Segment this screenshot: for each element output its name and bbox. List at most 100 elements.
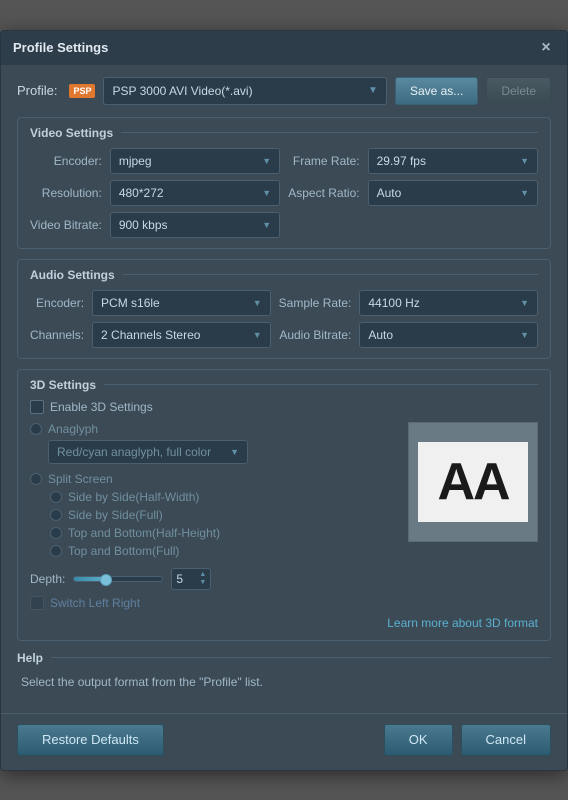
encoder-label: Encoder: [30,154,102,168]
profile-row: Profile: PSP PSP 3000 AVI Video(*.avi) ▼… [17,77,551,105]
top-full-radio[interactable] [50,545,62,557]
dialog-title: Profile Settings [13,40,108,55]
side-half-option: Side by Side(Half-Width) [50,490,396,504]
resolution-dropdown[interactable]: 480*272 ▼ [110,180,280,206]
three-d-section-divider [104,384,538,385]
anaglyph-dropdown[interactable]: Red/cyan anaglyph, full color ▼ [48,440,248,464]
help-section: Help Select the output format from the "… [17,651,551,691]
profile-value: PSP 3000 AVI Video(*.avi) [112,84,252,98]
profile-label: Profile: [17,83,57,98]
top-full-option: Top and Bottom(Full) [50,544,396,558]
audio-bitrate-value: Auto [368,328,393,342]
video-bitrate-dropdown[interactable]: 900 kbps ▼ [110,212,280,238]
resolution-label: Resolution: [30,186,102,200]
framerate-label: Frame Rate: [288,154,359,168]
bottom-right-buttons: OK Cancel [384,724,551,756]
framerate-arrow: ▼ [520,156,529,166]
sample-rate-arrow: ▼ [520,298,529,308]
anaglyph-radio[interactable] [30,423,42,435]
three-d-section-header: 3D Settings [30,378,538,392]
top-half-radio[interactable] [50,527,62,539]
audio-settings-section: Audio Settings Encoder: PCM s16le ▼ Samp… [17,259,551,359]
dialog-content: Profile: PSP PSP 3000 AVI Video(*.avi) ▼… [1,65,567,713]
depth-row: Depth: 5 ▲ ▼ [30,568,538,590]
profile-dropdown[interactable]: PSP 3000 AVI Video(*.avi) ▼ [103,77,386,105]
anaglyph-value: Red/cyan anaglyph, full color [57,445,211,459]
side-full-option: Side by Side(Full) [50,508,396,522]
depth-spinbox-arrows: ▲ ▼ [199,571,206,586]
top-half-option: Top and Bottom(Half-Height) [50,526,396,540]
framerate-value: 29.97 fps [377,154,426,168]
channels-dropdown[interactable]: 2 Channels Stereo ▼ [92,322,271,348]
aa-preview-text: AA [418,442,528,522]
aspect-ratio-label: Aspect Ratio: [288,186,359,200]
cancel-button[interactable]: Cancel [461,724,551,756]
side-half-label: Side by Side(Half-Width) [68,490,199,504]
three-d-section-title: 3D Settings [30,378,96,392]
top-full-label: Top and Bottom(Full) [68,544,179,558]
three-d-content: Anaglyph Red/cyan anaglyph, full color ▼… [30,422,538,562]
close-button[interactable]: × [537,39,555,57]
three-d-settings-section: 3D Settings Enable 3D Settings Anaglyph [17,369,551,641]
resolution-value: 480*272 [119,186,164,200]
channels-value: 2 Channels Stereo [101,328,200,342]
switch-checkbox[interactable] [30,596,44,610]
restore-defaults-button[interactable]: Restore Defaults [17,724,164,756]
audio-bitrate-dropdown[interactable]: Auto ▼ [359,322,538,348]
video-section-header: Video Settings [30,126,538,140]
video-section-title: Video Settings [30,126,113,140]
switch-row: Switch Left Right [30,596,538,610]
profile-type-icon: PSP [69,84,95,98]
enable-3d-checkbox[interactable] [30,400,44,414]
sample-rate-label: Sample Rate: [279,296,352,310]
aspect-ratio-arrow: ▼ [520,188,529,198]
title-bar: Profile Settings × [1,31,567,65]
save-as-button[interactable]: Save as... [395,77,478,105]
video-settings-section: Video Settings Encoder: mjpeg ▼ Frame Ra… [17,117,551,249]
channels-arrow: ▼ [253,330,262,340]
audio-bitrate-arrow: ▼ [520,330,529,340]
three-d-options: Anaglyph Red/cyan anaglyph, full color ▼… [30,422,396,562]
video-bitrate-label: Video Bitrate: [30,218,102,232]
video-settings-grid: Encoder: mjpeg ▼ Frame Rate: 29.97 fps ▼… [30,148,538,238]
depth-up-arrow[interactable]: ▲ [199,571,206,578]
anaglyph-arrow: ▼ [230,447,239,457]
anaglyph-option: Anaglyph [30,422,396,436]
encoder-dropdown[interactable]: mjpeg ▼ [110,148,280,174]
split-screen-radio[interactable] [30,473,42,485]
audio-section-header: Audio Settings [30,268,538,282]
profile-settings-dialog: Profile Settings × Profile: PSP PSP 3000… [0,30,568,771]
side-full-radio[interactable] [50,509,62,521]
learn-more-link[interactable]: Learn more about 3D format [30,616,538,630]
audio-encoder-arrow: ▼ [253,298,262,308]
ok-button[interactable]: OK [384,724,453,756]
depth-down-arrow[interactable]: ▼ [199,579,206,586]
aspect-ratio-dropdown[interactable]: Auto ▼ [368,180,538,206]
enable-3d-row: Enable 3D Settings [30,400,538,414]
delete-button[interactable]: Delete [486,77,551,105]
help-title: Help [17,651,43,665]
depth-label: Depth: [30,572,65,586]
enable-3d-label: Enable 3D Settings [50,400,153,414]
audio-encoder-label: Encoder: [30,296,84,310]
anaglyph-label: Anaglyph [48,422,98,436]
depth-value-input[interactable]: 5 ▲ ▼ [171,568,211,590]
audio-encoder-value: PCM s16le [101,296,160,310]
preview-box: AA [408,422,538,542]
audio-encoder-dropdown[interactable]: PCM s16le ▼ [92,290,271,316]
audio-section-divider [123,274,538,275]
aspect-ratio-value: Auto [377,186,402,200]
bottom-bar: Restore Defaults OK Cancel [1,713,567,770]
side-full-label: Side by Side(Full) [68,508,163,522]
split-screen-sub-options: Side by Side(Half-Width) Side by Side(Fu… [50,490,396,558]
depth-slider[interactable] [73,576,163,582]
split-screen-label: Split Screen [48,472,113,486]
sample-rate-value: 44100 Hz [368,296,419,310]
sample-rate-dropdown[interactable]: 44100 Hz ▼ [359,290,538,316]
framerate-dropdown[interactable]: 29.97 fps ▼ [368,148,538,174]
side-half-radio[interactable] [50,491,62,503]
audio-section-title: Audio Settings [30,268,115,282]
depth-slider-thumb[interactable] [100,574,112,586]
help-header: Help [17,651,551,665]
help-divider [51,657,551,658]
